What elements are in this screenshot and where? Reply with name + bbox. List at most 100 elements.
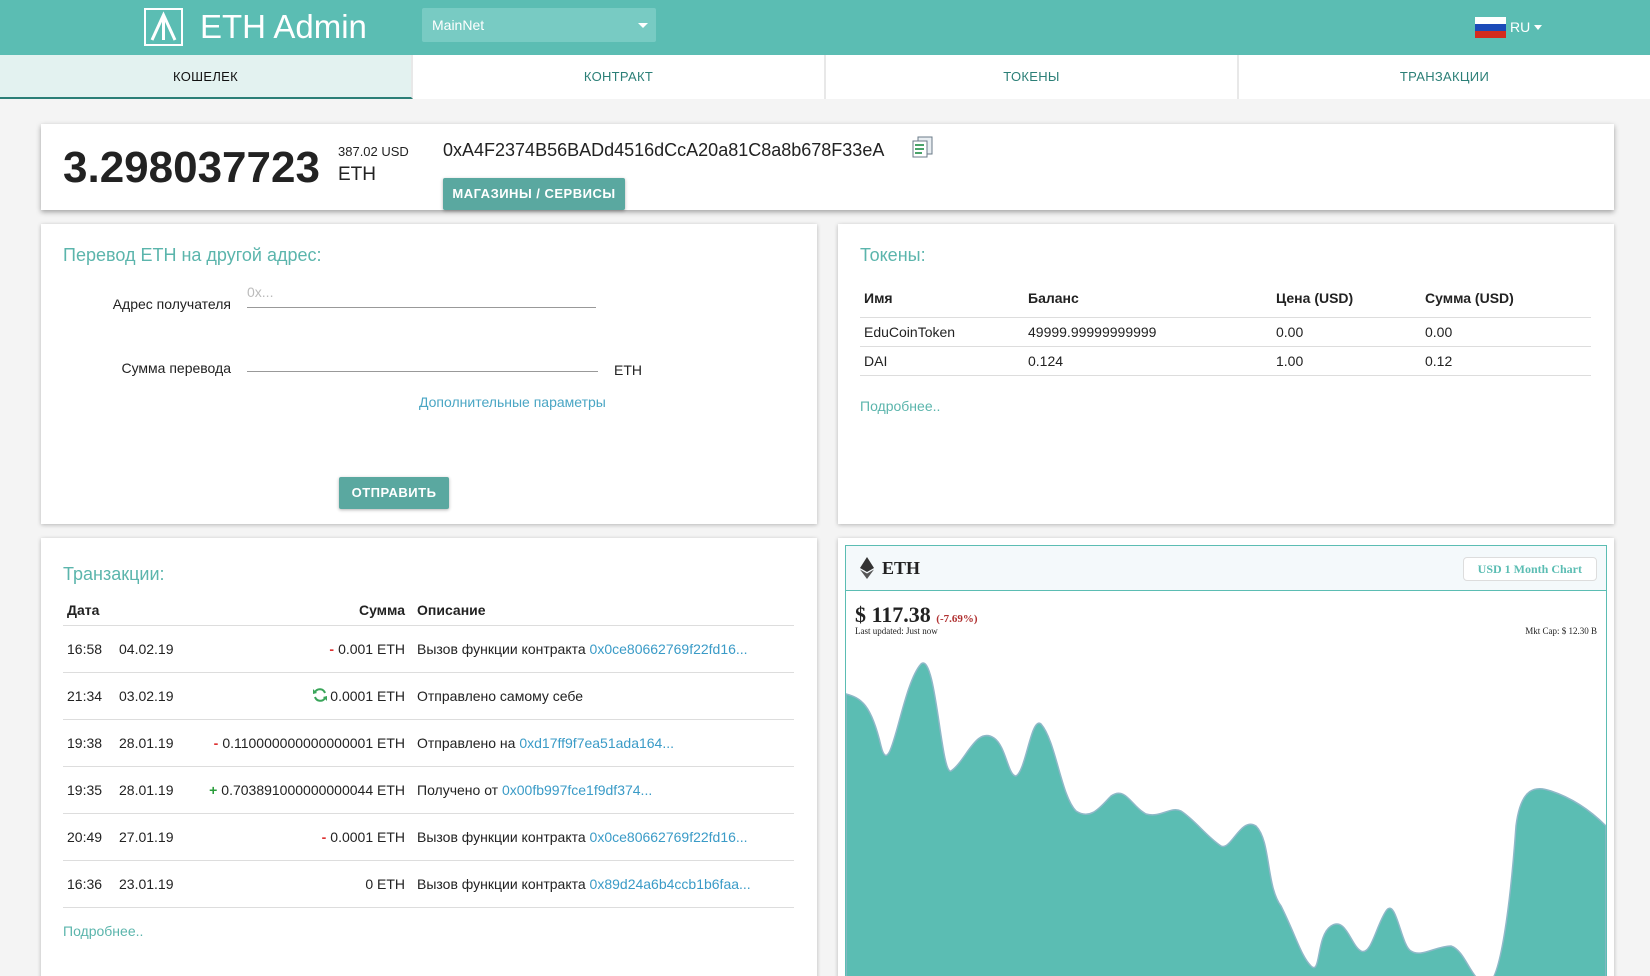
token-sum: 0.12	[1421, 346, 1591, 376]
network-select-value: MainNet	[432, 17, 485, 33]
tx-amount: -0.0001 ETH	[193, 813, 413, 861]
table-row: 21:34 03.02.19 0.0001 ETH Отправлено самому…	[63, 672, 794, 720]
tx-date: 20:49 27.01.19	[63, 813, 193, 861]
tx-day: 27.01.19	[119, 828, 174, 845]
tx-address-link[interactable]: 0x0ce80662769f22fd16...	[590, 641, 748, 657]
tokens-title: Токены:	[860, 245, 926, 265]
column-header-date: Дата	[63, 596, 193, 626]
refresh-icon	[313, 688, 328, 702]
tx-amount-value: 0.001 ETH	[338, 640, 405, 657]
tx-address-link[interactable]: 0x89d24a6b4ccb1b6faa...	[590, 876, 751, 892]
tx-amount-value: 0.0001 ETH	[330, 688, 405, 704]
send-button[interactable]: ОТПРАВИТЬ	[339, 477, 449, 509]
transactions-card: Транзакции: Дата Сумма Описание 16:58 04.…	[41, 538, 817, 976]
table-row: 19:35 28.01.19 +0.703891000000000044 ETH По…	[63, 766, 794, 814]
tx-amount: -0.001 ETH	[193, 625, 413, 673]
coin-name: ETH	[882, 558, 921, 578]
tx-date: 16:36 23.01.19	[63, 860, 193, 908]
tokens-card: Токены: Имя Баланс Цена (USD) Сумма (USD…	[838, 224, 1614, 524]
chart-period-button[interactable]: USD 1 Month Chart	[1462, 557, 1597, 581]
tx-time: 20:49	[67, 828, 103, 845]
plus-sign-icon: +	[209, 781, 218, 798]
price-widget: ETH USD 1 Month Chart $ 117.38 (-7.69%) …	[845, 545, 1607, 976]
tx-amount-value: 0.0001 ETH	[330, 828, 405, 845]
tab-transactions[interactable]: ТРАНЗАКЦИИ	[1239, 55, 1650, 99]
balance-amount: 3.298037723	[63, 143, 320, 192]
tab-tokens[interactable]: ТОКЕНЫ	[826, 55, 1239, 99]
ethereum-icon	[860, 557, 874, 579]
transactions-title: Транзакции:	[63, 564, 165, 584]
tx-time: 21:34	[67, 687, 103, 704]
tx-day: 28.01.19	[119, 781, 174, 798]
tx-amount: 0.0001 ETH	[193, 672, 413, 720]
tx-address-link[interactable]: 0x00fb997fce1f9df374...	[502, 782, 652, 798]
shops-services-button[interactable]: МАГАЗИНЫ / СЕРВИСЫ	[443, 178, 625, 210]
amount-label: Сумма перевода	[121, 360, 231, 376]
tx-date: 19:38 28.01.19	[63, 719, 193, 767]
price-chart-card: ETH USD 1 Month Chart $ 117.38 (-7.69%) …	[838, 538, 1614, 976]
tx-desc-text: Отправлено на	[417, 734, 516, 751]
last-updated: Last updated: Just now	[855, 626, 938, 636]
app-logo-icon[interactable]	[144, 8, 183, 46]
balance-usd: 387.02 USD	[338, 144, 409, 159]
tx-desc-text: Вызов функции контракта	[417, 875, 586, 892]
table-row: 16:58 04.02.19-0.001 ETH Вызов функции кон…	[63, 625, 794, 673]
table-row: EduCoinToken 49999.99999999999 0.00 0.00	[860, 317, 1591, 347]
table-row: 20:49 27.01.19 -0.0001 ETH Вызов функции ко…	[63, 813, 794, 861]
tx-amount-value: 0.703891000000000044 ETH	[221, 781, 405, 798]
russia-flag-icon	[1475, 16, 1506, 38]
token-price: 0.00	[1272, 317, 1421, 347]
column-header-name: Имя	[860, 279, 1024, 318]
tx-address-link[interactable]: 0x0ce80662769f22fd16...	[590, 829, 748, 845]
tx-address-link[interactable]: 0xd17ff9f7ea51ada164...	[519, 735, 674, 751]
token-balance: 0.124	[1024, 346, 1272, 376]
tx-day: 28.01.19	[119, 734, 174, 751]
minus-sign-icon: -	[329, 640, 335, 657]
tx-amount: 0 ETH	[193, 860, 413, 908]
tx-description: Вызов функции контракта 0x89d24a6b4ccb1b…	[413, 860, 794, 908]
transfer-title: Перевод ETH на другой адрес:	[63, 245, 322, 265]
tokens-more-link[interactable]: Подробнее..	[860, 398, 940, 414]
transactions-table: Дата Сумма Описание 16:58 04.02.19-0.001 …	[63, 596, 794, 908]
tx-desc-text: Вызов функции контракта	[417, 640, 586, 657]
tx-desc-text: Отправлено самому себе	[417, 687, 584, 704]
advanced-params-link[interactable]: Дополнительные параметры	[419, 394, 606, 410]
language-select[interactable]: RU	[1475, 16, 1543, 38]
tx-date: 16:58 04.02.19	[63, 625, 193, 673]
amount-input[interactable]	[247, 344, 598, 372]
transactions-more-link[interactable]: Подробнее..	[63, 923, 143, 939]
recipient-input[interactable]: 0x...	[247, 280, 596, 308]
tx-amount-value: 0.110000000000000001 ETH	[222, 734, 405, 751]
column-header-description: Описание	[413, 596, 794, 626]
tx-day: 03.02.19	[119, 687, 174, 704]
tx-time: 19:38	[67, 734, 103, 751]
chevron-down-icon	[1534, 24, 1543, 30]
token-sum: 0.00	[1421, 317, 1591, 347]
coin-price: $ 117.38 (-7.69%)	[855, 602, 978, 628]
language-code: RU	[1510, 19, 1531, 35]
tx-date: 19:35 28.01.19	[63, 766, 193, 814]
column-header-price: Цена (USD)	[1272, 279, 1421, 318]
table-header-row: Дата Сумма Описание	[63, 596, 794, 626]
tx-desc-text: Получено от	[417, 781, 499, 798]
network-select[interactable]: MainNet	[422, 8, 656, 42]
wallet-address: 0xA4F2374B56BADd4516dCcA20a81C8a8b678F33…	[443, 140, 885, 160]
tx-amount: +0.703891000000000044 ETH	[193, 766, 413, 814]
copy-icon[interactable]	[912, 136, 935, 158]
tab-wallet[interactable]: КОШЕЛЕК	[0, 55, 413, 99]
tx-day: 04.02.19	[119, 640, 174, 657]
tx-description: Отправлено самому себе	[413, 672, 794, 720]
amount-unit: ETH	[614, 362, 642, 378]
tx-time: 16:36	[67, 875, 103, 892]
tx-amount-value: 0 ETH	[365, 875, 405, 892]
token-name: DAI	[860, 346, 1024, 376]
column-header-balance: Баланс	[1024, 279, 1272, 318]
table-row: 19:38 28.01.19-0.110000000000000001 ETH От…	[63, 719, 794, 767]
tx-description: Отправлено на 0xd17ff9f7ea51ada164...	[413, 719, 794, 767]
balance-unit: ETH	[338, 164, 376, 185]
price-area	[846, 662, 1606, 976]
tab-contract[interactable]: КОНТРАКТ	[413, 55, 826, 99]
tx-desc-text: Вызов функции контракта	[417, 828, 586, 845]
market-cap: Mkt Cap: $ 12.30 B	[1525, 626, 1597, 636]
main-tabs: КОШЕЛЕК КОНТРАКТ ТОКЕНЫ ТРАНЗАКЦИИ	[0, 55, 1650, 99]
